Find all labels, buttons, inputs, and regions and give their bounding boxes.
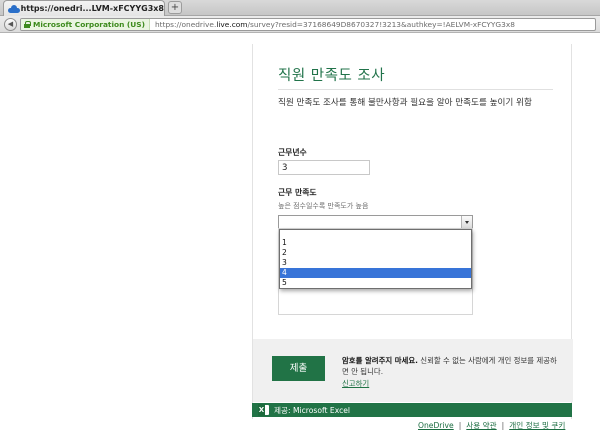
url-text: https://onedrive.live.com/survey?resid=3… <box>155 20 515 29</box>
link-separator: | <box>458 421 462 430</box>
question-years-label: 근무년수 <box>278 148 307 157</box>
footer-links: OneDrive | 사용 약관 | 개인 정보 및 쿠키 <box>418 420 565 431</box>
dropdown-option[interactable]: 2 <box>280 248 471 258</box>
link-separator: | <box>501 421 505 430</box>
years-input[interactable]: 3 <box>278 160 370 175</box>
site-identity[interactable]: Microsoft Corporation (US) <box>21 19 150 30</box>
browser-nav-bar: ◀ Microsoft Corporation (US) https://one… <box>0 16 600 33</box>
new-tab-button[interactable]: + <box>168 1 182 14</box>
submit-button[interactable]: 제출 <box>272 356 325 381</box>
site-identity-label: Microsoft Corporation (US) <box>33 20 145 29</box>
back-button[interactable]: ◀ <box>4 18 17 31</box>
tab-title: https://onedri...LVM-xFCYYG3x8 <box>20 4 164 13</box>
excel-icon <box>258 404 269 416</box>
browser-tab[interactable]: https://onedri...LVM-xFCYYG3x8 <box>3 0 165 16</box>
password-warning: 암호를 알려주지 마세요. 신뢰할 수 없는 사람에게 개인 정보를 제공하면 … <box>342 356 557 376</box>
satisfaction-hint: 높은 점수일수록 만족도가 높음 <box>278 202 369 210</box>
dropdown-option[interactable]: 4 <box>280 268 471 278</box>
report-abuse-link[interactable]: 신고하기 <box>342 378 369 389</box>
satisfaction-select[interactable] <box>278 215 473 229</box>
lock-icon <box>24 21 31 28</box>
provider-text: 제공: Microsoft Excel <box>274 405 351 415</box>
form-title: 직원 만족도 조사 <box>278 68 386 84</box>
dropdown-option[interactable]: 1 <box>280 238 471 248</box>
chevron-down-icon[interactable] <box>461 216 472 228</box>
onedrive-link[interactable]: OneDrive <box>418 421 454 430</box>
dropdown-option[interactable]: 5 <box>280 278 471 288</box>
browser-tab-bar: https://onedri...LVM-xFCYYG3x8 + <box>0 0 600 16</box>
satisfaction-dropdown-menu: 12345 <box>279 229 472 289</box>
address-bar[interactable]: Microsoft Corporation (US) https://onedr… <box>20 18 596 31</box>
dropdown-option[interactable]: 3 <box>280 258 471 268</box>
submit-area: 제출 암호를 알려주지 마세요. 신뢰할 수 없는 사람에게 개인 정보를 제공… <box>253 339 573 402</box>
onedrive-cloud-icon <box>8 4 20 13</box>
privacy-link[interactable]: 개인 정보 및 쿠키 <box>509 420 565 431</box>
provider-bar: 제공: Microsoft Excel <box>252 403 572 417</box>
question-satisfaction-label: 근무 만족도 <box>278 188 317 197</box>
form-description: 직원 만족도 조사를 통해 불만사항과 필요을 알아 만족도를 높이기 위함 <box>278 98 532 108</box>
title-divider <box>278 89 553 90</box>
terms-link[interactable]: 사용 약관 <box>466 420 496 431</box>
